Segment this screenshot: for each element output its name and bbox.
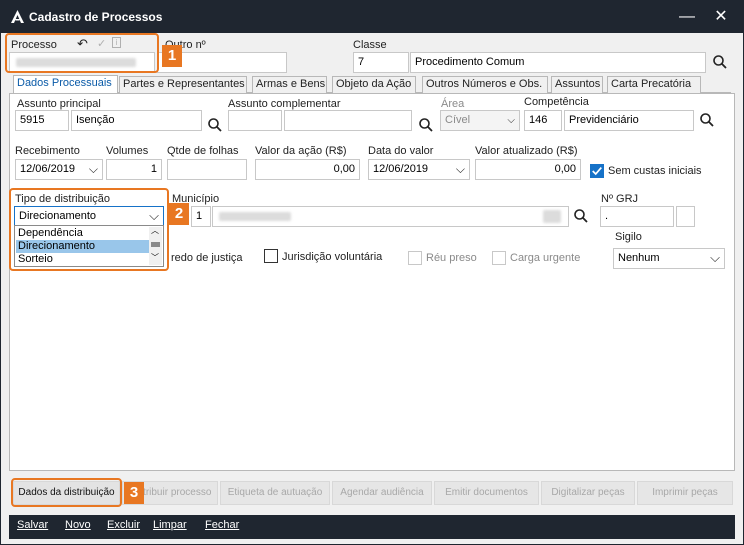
callout-2-badge: 2 <box>169 203 189 225</box>
window-title: Cadastro de Processos <box>29 10 163 24</box>
segredo-justica-label: redo de justiça <box>171 252 243 264</box>
limpar-button[interactable]: Limpar <box>153 519 187 531</box>
tab-armas-bens[interactable]: Armas e Bens <box>252 76 327 93</box>
municipio-blurred-value <box>219 212 291 221</box>
tab-objeto-acao[interactable]: Objeto da Ação <box>332 76 416 93</box>
search-icon[interactable] <box>573 208 589 224</box>
municipio-label: Município <box>172 193 220 205</box>
novo-button[interactable]: Novo <box>65 519 91 531</box>
grj-label: Nº GRJ <box>601 193 639 205</box>
callout-2-highlight <box>9 188 169 271</box>
search-icon[interactable] <box>418 117 434 133</box>
reu-preso-label: Réu preso <box>426 252 477 264</box>
assunto-complementar-label: Assunto complementar <box>228 98 341 110</box>
assunto-name-input[interactable]: Isenção <box>71 110 202 131</box>
jurisdicao-voluntaria-label: Jurisdição voluntária <box>282 251 383 263</box>
callout-1-highlight <box>5 33 159 73</box>
municipio-code-input[interactable]: 1 <box>191 206 211 227</box>
bottom-menu-bar: Salvar Novo Excluir Limpar Fechar <box>9 515 735 539</box>
valor-atualizado-input[interactable]: 0,00 <box>475 159 581 180</box>
recebimento-date-input[interactable]: 12/06/2019 ⌵ <box>15 159 103 180</box>
competencia-label: Competência <box>524 96 589 108</box>
classe-name-input[interactable]: Procedimento Comum <box>410 52 706 73</box>
tab-bar: Dados Processuais Partes e Representante… <box>13 75 731 94</box>
tab-outros-numeros[interactable]: Outros Números e Obs. <box>422 76 548 93</box>
assunto-code-input[interactable]: 5915 <box>15 110 69 131</box>
salvar-button[interactable]: Salvar <box>17 519 48 531</box>
emitir-documentos-button[interactable]: Emitir documentos <box>434 481 539 505</box>
sigilo-label: Sigilo <box>615 231 642 243</box>
data-valor-value: 12/06/2019 <box>373 163 429 175</box>
competencia-name-input[interactable]: Previdenciário <box>564 110 694 131</box>
callout-3-highlight <box>11 478 122 507</box>
chevron-down-icon: ⌵ <box>507 115 515 126</box>
digitalizar-pecas-button[interactable]: Digitalizar peças <box>541 481 635 505</box>
tab-assuntos[interactable]: Assuntos <box>551 76 603 93</box>
qtde-folhas-label: Qtde de folhas <box>167 145 239 157</box>
municipio-blurred-uf <box>543 210 561 223</box>
title-bar: Cadastro de Processos — ✕ <box>1 1 743 33</box>
qtde-folhas-input[interactable] <box>167 159 247 180</box>
volumes-label: Volumes <box>106 145 149 157</box>
area-value: Cível <box>445 114 471 126</box>
etiqueta-autuacao-button[interactable]: Etiqueta de autuação <box>220 481 330 505</box>
recebimento-value: 12/06/2019 <box>20 163 76 175</box>
assunto-complementar-code-input[interactable] <box>228 110 282 131</box>
sigilo-value: Nenhum <box>618 252 660 264</box>
reu-preso-checkbox <box>408 251 422 265</box>
sigilo-select[interactable]: Nenhum ⌵ <box>613 248 725 269</box>
app-logo-icon <box>11 10 24 23</box>
chevron-down-icon[interactable]: ⌵ <box>456 160 465 179</box>
search-icon[interactable] <box>699 112 715 128</box>
cadastro-window: Cadastro de Processos — ✕ Processo ↶ ✓ i… <box>0 0 744 545</box>
valor-atualizado-label: Valor atualizado (R$) <box>475 145 578 157</box>
classe-code-input[interactable]: 7 <box>353 52 409 73</box>
grj-input[interactable]: . <box>600 206 674 227</box>
chevron-down-icon[interactable]: ⌵ <box>710 249 720 267</box>
competencia-code-input[interactable]: 146 <box>524 110 562 131</box>
chevron-down-icon[interactable]: ⌵ <box>89 160 98 179</box>
imprimir-pecas-button[interactable]: Imprimir peças <box>637 481 733 505</box>
tab-partes-representantes[interactable]: Partes e Representantes <box>119 76 247 93</box>
tab-dados-processuais[interactable]: Dados Processuais <box>13 75 118 94</box>
fechar-button[interactable]: Fechar <box>205 519 239 531</box>
assunto-principal-label: Assunto principal <box>17 98 101 110</box>
data-valor-date-input[interactable]: 12/06/2019 ⌵ <box>368 159 470 180</box>
carga-urgente-label: Carga urgente <box>510 252 581 264</box>
grj-digit-input[interactable] <box>676 206 695 227</box>
municipio-name-input[interactable] <box>212 206 569 227</box>
sem-custas-checkbox[interactable] <box>590 164 604 178</box>
callout-3-badge: 3 <box>124 482 144 504</box>
area-label: Área <box>441 98 465 110</box>
close-button[interactable]: ✕ <box>711 7 731 27</box>
assunto-complementar-name-input[interactable] <box>284 110 412 131</box>
check-icon <box>592 167 602 176</box>
agendar-audiencia-button[interactable]: Agendar audiência <box>332 481 432 505</box>
recebimento-label: Recebimento <box>15 145 80 157</box>
sem-custas-label: Sem custas iniciais <box>608 165 702 177</box>
tab-carta-precatoria[interactable]: Carta Precatória <box>607 76 701 93</box>
valor-acao-input[interactable]: 0,00 <box>255 159 360 180</box>
carga-urgente-checkbox <box>492 251 506 265</box>
jurisdicao-voluntaria-checkbox[interactable] <box>264 249 278 263</box>
area-select: Cível ⌵ <box>440 110 520 131</box>
search-icon[interactable] <box>712 54 728 70</box>
search-icon[interactable] <box>207 117 223 133</box>
valor-acao-label: Valor da ação (R$) <box>255 145 347 157</box>
volumes-input[interactable]: 1 <box>106 159 162 180</box>
data-valor-label: Data do valor <box>368 145 434 157</box>
excluir-button[interactable]: Excluir <box>107 519 140 531</box>
classe-label: Classe <box>353 39 387 51</box>
callout-1-badge: 1 <box>162 45 182 67</box>
minimize-button[interactable]: — <box>677 7 697 27</box>
